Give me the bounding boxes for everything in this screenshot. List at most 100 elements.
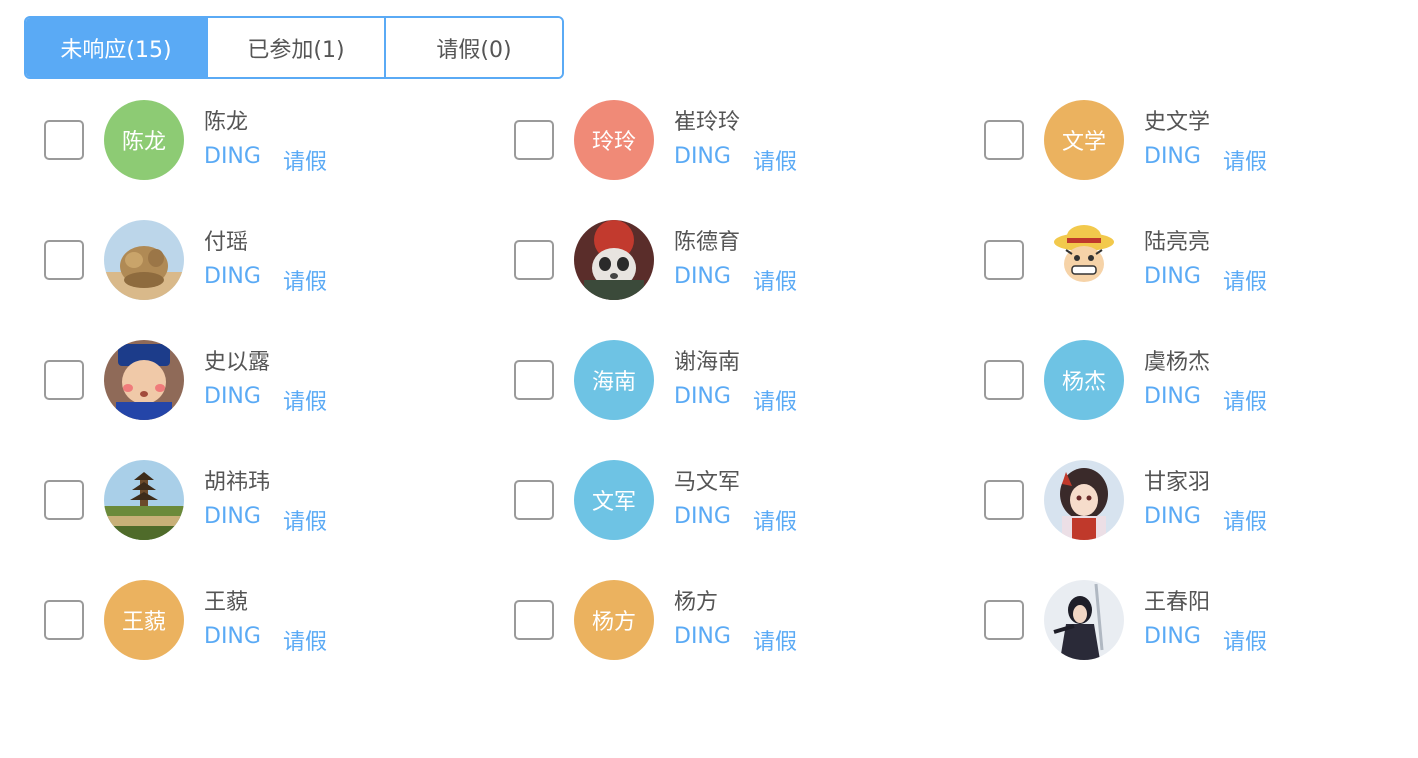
ding-link[interactable]: DING	[204, 264, 261, 296]
leave-link[interactable]: 请假	[283, 144, 327, 176]
member-name: 陈龙	[204, 110, 249, 135]
member-checkbox[interactable]	[44, 480, 84, 520]
cartoon-panda-photo-icon	[574, 220, 654, 300]
member-item: 王春阳 DING 请假	[984, 580, 1404, 700]
avatar-initials: 文军	[574, 460, 654, 540]
avatar-text: 王藐	[121, 610, 166, 635]
leave-link[interactable]: 请假	[753, 504, 797, 536]
member-item: 付瑶 DING 请假	[44, 220, 514, 340]
member-item: 文学 史文学 DING 请假	[984, 100, 1404, 220]
member-name: 陈德育	[674, 230, 741, 255]
avatar-initials: 文学	[1044, 100, 1124, 180]
leave-link[interactable]: 请假	[1223, 144, 1267, 176]
member-actions: DING 请假	[674, 384, 797, 416]
member-actions: DING 请假	[1144, 144, 1267, 176]
member-item: 陆亮亮 DING 请假	[984, 220, 1404, 340]
member-item: 陈龙 陈龙 DING 请假	[44, 100, 514, 220]
avatar-initials: 玲玲	[574, 100, 654, 180]
member-actions: DING 请假	[204, 504, 327, 536]
member-name: 陆亮亮	[1144, 230, 1211, 255]
member-checkbox[interactable]	[514, 600, 554, 640]
member-checkbox[interactable]	[984, 600, 1024, 640]
ding-link[interactable]: DING	[204, 504, 261, 536]
leave-link[interactable]: 请假	[1223, 624, 1267, 656]
leave-link[interactable]: 请假	[1223, 264, 1267, 296]
ding-link[interactable]: DING	[674, 264, 731, 296]
member-actions: DING 请假	[674, 624, 797, 656]
member-name: 付瑶	[204, 230, 249, 255]
member-checkbox[interactable]	[44, 240, 84, 280]
avatar-text: 海南	[591, 370, 636, 395]
leave-link[interactable]: 请假	[283, 504, 327, 536]
ding-link[interactable]: DING	[1144, 624, 1201, 656]
leave-link[interactable]: 请假	[283, 624, 327, 656]
ding-link[interactable]: DING	[674, 504, 731, 536]
tab-no-response[interactable]: 未响应(15)	[26, 18, 206, 77]
avatar-text: 陈龙	[121, 130, 166, 155]
ding-link[interactable]: DING	[674, 624, 731, 656]
member-checkbox[interactable]	[984, 120, 1024, 160]
ding-link[interactable]: DING	[1144, 504, 1201, 536]
member-checkbox[interactable]	[984, 240, 1024, 280]
member-actions: DING 请假	[1144, 384, 1267, 416]
member-actions: DING 请假	[1144, 264, 1267, 296]
member-checkbox[interactable]	[44, 600, 84, 640]
swordsman-photo-icon	[1044, 580, 1124, 660]
leave-link[interactable]: 请假	[283, 384, 327, 416]
member-actions: DING 请假	[674, 264, 797, 296]
tab-joined[interactable]: 已参加(1)	[206, 18, 384, 77]
member-checkbox[interactable]	[514, 120, 554, 160]
member-name: 甘家羽	[1144, 470, 1211, 495]
ding-link[interactable]: DING	[1144, 144, 1201, 176]
ding-link[interactable]: DING	[204, 144, 261, 176]
member-name: 虞杨杰	[1144, 350, 1211, 375]
avatar-initials: 海南	[574, 340, 654, 420]
anime-girl-photo-icon	[1044, 460, 1124, 540]
member-name: 王藐	[204, 590, 249, 615]
member-checkbox[interactable]	[984, 480, 1024, 520]
leave-link[interactable]: 请假	[753, 624, 797, 656]
leave-link[interactable]: 请假	[283, 264, 327, 296]
member-name: 胡祎玮	[204, 470, 271, 495]
member-actions: DING 请假	[674, 144, 797, 176]
member-item: 史以露 DING 请假	[44, 340, 514, 460]
member-checkbox[interactable]	[984, 360, 1024, 400]
member-actions: DING 请假	[204, 264, 327, 296]
ding-link[interactable]: DING	[204, 384, 261, 416]
member-checkbox[interactable]	[44, 120, 84, 160]
member-item: 杨方 杨方 DING 请假	[514, 580, 984, 700]
ding-link[interactable]: DING	[674, 144, 731, 176]
leave-link[interactable]: 请假	[753, 384, 797, 416]
member-checkbox[interactable]	[514, 480, 554, 520]
ding-link[interactable]: DING	[1144, 384, 1201, 416]
ding-link[interactable]: DING	[1144, 264, 1201, 296]
member-item: 玲玲 崔玲玲 DING 请假	[514, 100, 984, 220]
tab-leave[interactable]: 请假(0)	[384, 18, 562, 77]
member-item: 海南 谢海南 DING 请假	[514, 340, 984, 460]
avatar-text: 杨方	[591, 610, 636, 635]
member-name: 谢海南	[674, 350, 741, 375]
member-checkbox[interactable]	[44, 360, 84, 400]
response-tabs: 未响应(15) 已参加(1) 请假(0)	[24, 16, 564, 79]
member-checkbox[interactable]	[514, 240, 554, 280]
member-name: 王春阳	[1144, 590, 1211, 615]
member-item: 王藐 王藐 DING 请假	[44, 580, 514, 700]
member-item: 甘家羽 DING 请假	[984, 460, 1404, 580]
member-actions: DING 请假	[204, 384, 327, 416]
ding-link[interactable]: DING	[674, 384, 731, 416]
member-actions: DING 请假	[1144, 624, 1267, 656]
member-item: 陈德育 DING 请假	[514, 220, 984, 340]
leave-link[interactable]: 请假	[1223, 384, 1267, 416]
leave-link[interactable]: 请假	[1223, 504, 1267, 536]
member-name: 马文军	[674, 470, 741, 495]
member-checkbox[interactable]	[514, 360, 554, 400]
member-grid: 陈龙 陈龙 DING 请假 玲玲 崔玲玲 DING 请假 文学 史文学 DING 请假 付瑶 DING 请假…	[44, 100, 1404, 700]
member-actions: DING 请假	[204, 144, 327, 176]
avatar-text: 文军	[591, 490, 636, 515]
ding-link[interactable]: DING	[204, 624, 261, 656]
leave-link[interactable]: 请假	[753, 264, 797, 296]
member-item: 文军 马文军 DING 请假	[514, 460, 984, 580]
avatar-initials: 杨杰	[1044, 340, 1124, 420]
avatar-initials: 杨方	[574, 580, 654, 660]
leave-link[interactable]: 请假	[753, 144, 797, 176]
